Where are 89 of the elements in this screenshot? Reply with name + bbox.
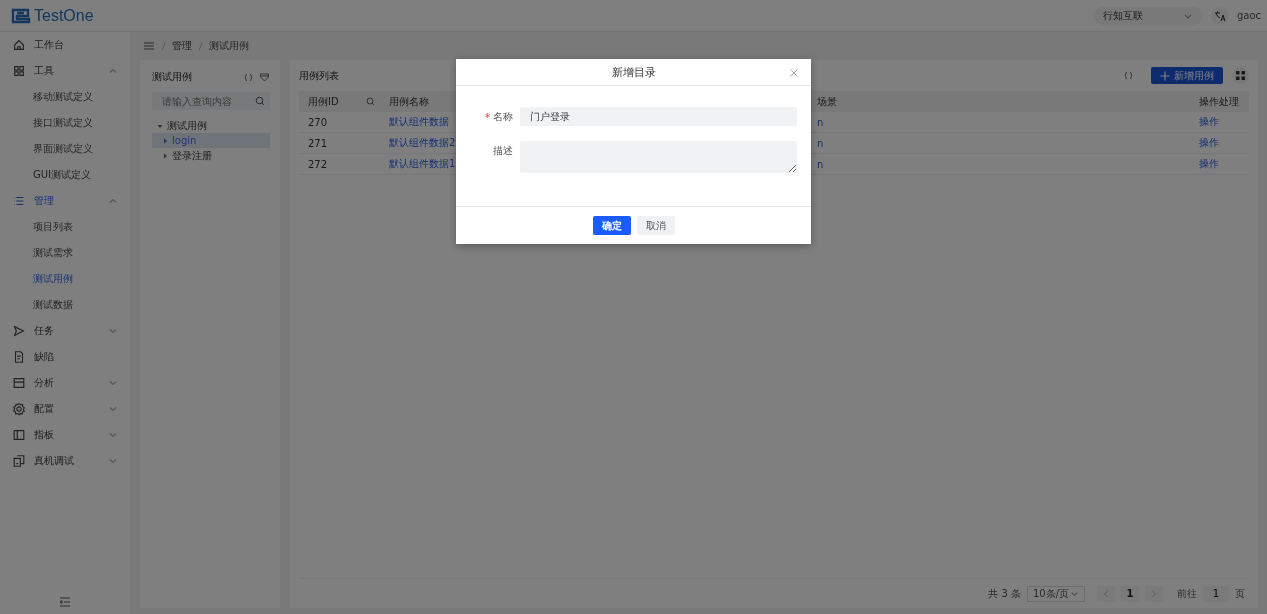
add-button[interactable]: 新增用例 (1151, 67, 1223, 84)
column-header: 用例ID (308, 94, 339, 109)
chevron-down-icon (108, 430, 118, 440)
page-size-select[interactable]: 10条/页 (1027, 585, 1085, 602)
submenu-item[interactable]: 接口测试定义 (0, 110, 130, 136)
chevron-down-icon (108, 378, 118, 388)
menu-item[interactable]: 管理 (0, 188, 130, 214)
menu-item[interactable]: 工具 (0, 58, 130, 84)
plus-icon (1160, 70, 1170, 81)
dialog-title: 新增目录 (611, 64, 656, 80)
menu-item-icon (12, 454, 26, 468)
menu-item[interactable]: 工作台 (0, 32, 130, 58)
menu-item[interactable]: 分析 (0, 370, 130, 396)
submenu-item[interactable]: 测试用例 (0, 266, 130, 292)
page-suffix: 页 (1235, 586, 1245, 601)
translate-icon (1214, 9, 1226, 22)
scene-link[interactable]: n (817, 116, 824, 128)
action-link[interactable]: 操作 (1199, 136, 1219, 150)
separator-icon (161, 41, 166, 51)
search-icon (255, 96, 265, 106)
tree-node[interactable]: 测试用例 (152, 118, 270, 133)
menu-item-icon (12, 194, 26, 208)
grid-view-button[interactable] (1232, 67, 1249, 84)
description-field[interactable] (520, 141, 797, 173)
scene-link[interactable]: n (817, 137, 824, 149)
chevron-down-icon (108, 326, 118, 336)
submenu-item[interactable]: GUI测试定义 (0, 162, 130, 188)
menu-item-icon (12, 402, 26, 416)
organization-select[interactable]: 行知互联 (1093, 6, 1203, 25)
menu-item-icon (12, 428, 26, 442)
menu-item-icon (12, 350, 26, 364)
close-icon[interactable] (790, 69, 798, 77)
table-cell: 271 (308, 137, 328, 149)
refresh-icon[interactable] (1123, 70, 1134, 81)
total-count: 共 3 条 (988, 586, 1021, 601)
chevron-up-icon (108, 196, 118, 206)
chevron-down-icon (1070, 589, 1079, 598)
submenu-item[interactable]: 界面测试定义 (0, 136, 130, 162)
chevron-down-icon (108, 404, 118, 414)
logo-text: TestOne (34, 6, 94, 25)
name-field[interactable]: 门户登录 (520, 107, 797, 126)
menu-item[interactable]: 任务 (0, 318, 130, 344)
search-icon[interactable] (366, 97, 375, 106)
tree-node[interactable]: login (152, 133, 270, 148)
goto-label: 前往 (1177, 586, 1197, 601)
menu-item-icon (12, 324, 26, 338)
menu-item[interactable]: 指板 (0, 422, 130, 448)
action-link[interactable]: 操作 (1199, 157, 1219, 171)
chevron-down-icon (108, 456, 118, 466)
username[interactable]: gaoc (1237, 10, 1267, 21)
breadcrumb-item[interactable]: 测试用例 (209, 39, 249, 53)
breadcrumb-item[interactable]: 管理 (172, 39, 192, 53)
collapse-icon[interactable] (59, 596, 71, 608)
column-header: 用例名称 (389, 94, 429, 109)
submenu-item[interactable]: 移动测试定义 (0, 84, 130, 110)
table-cell: 270 (308, 116, 328, 128)
case-link[interactable]: 默认组件数据 (389, 115, 449, 129)
menu-item[interactable]: 缺陷 (0, 344, 130, 370)
column-header: 场景 (817, 94, 837, 109)
menu-icon[interactable] (143, 40, 155, 52)
field-label: 名称 (493, 111, 513, 122)
field-label: 描述 (493, 145, 513, 156)
grid-icon (1236, 71, 1245, 80)
action-link[interactable]: 操作 (1199, 115, 1219, 129)
menu-item-icon (12, 64, 26, 78)
confirm-button[interactable]: 确定 (592, 216, 631, 235)
submenu-item[interactable]: 项目列表 (0, 214, 130, 240)
submenu-item[interactable]: 测试需求 (0, 240, 130, 266)
case-link[interactable]: 默认组件数据1 (389, 157, 456, 171)
table-cell: 272 (308, 158, 328, 170)
panel-title: 用例列表 (299, 68, 339, 83)
refresh-icon[interactable] (243, 71, 254, 83)
page-input[interactable]: 1 (1203, 585, 1229, 602)
scene-link[interactable]: n (817, 158, 824, 170)
page-button[interactable]: 1 (1121, 585, 1139, 602)
panel-title: 测试用例 (152, 70, 193, 84)
menu-item[interactable]: 配置 (0, 396, 130, 422)
separator-icon (198, 41, 203, 51)
cancel-button[interactable]: 取消 (636, 216, 675, 235)
submenu-item[interactable]: 测试数据 (0, 292, 130, 318)
menu-item[interactable]: 真机调试 (0, 448, 130, 474)
tree-node[interactable]: 登录注册 (152, 148, 270, 163)
logo-icon (11, 7, 31, 24)
menu-item-icon (12, 376, 26, 390)
column-header: 操作处理 (1199, 94, 1239, 109)
case-link[interactable]: 默认组件数据2 (389, 136, 456, 150)
menu-item-icon (12, 38, 26, 52)
translate-button[interactable] (1211, 6, 1229, 25)
chevron-up-icon (108, 66, 118, 76)
